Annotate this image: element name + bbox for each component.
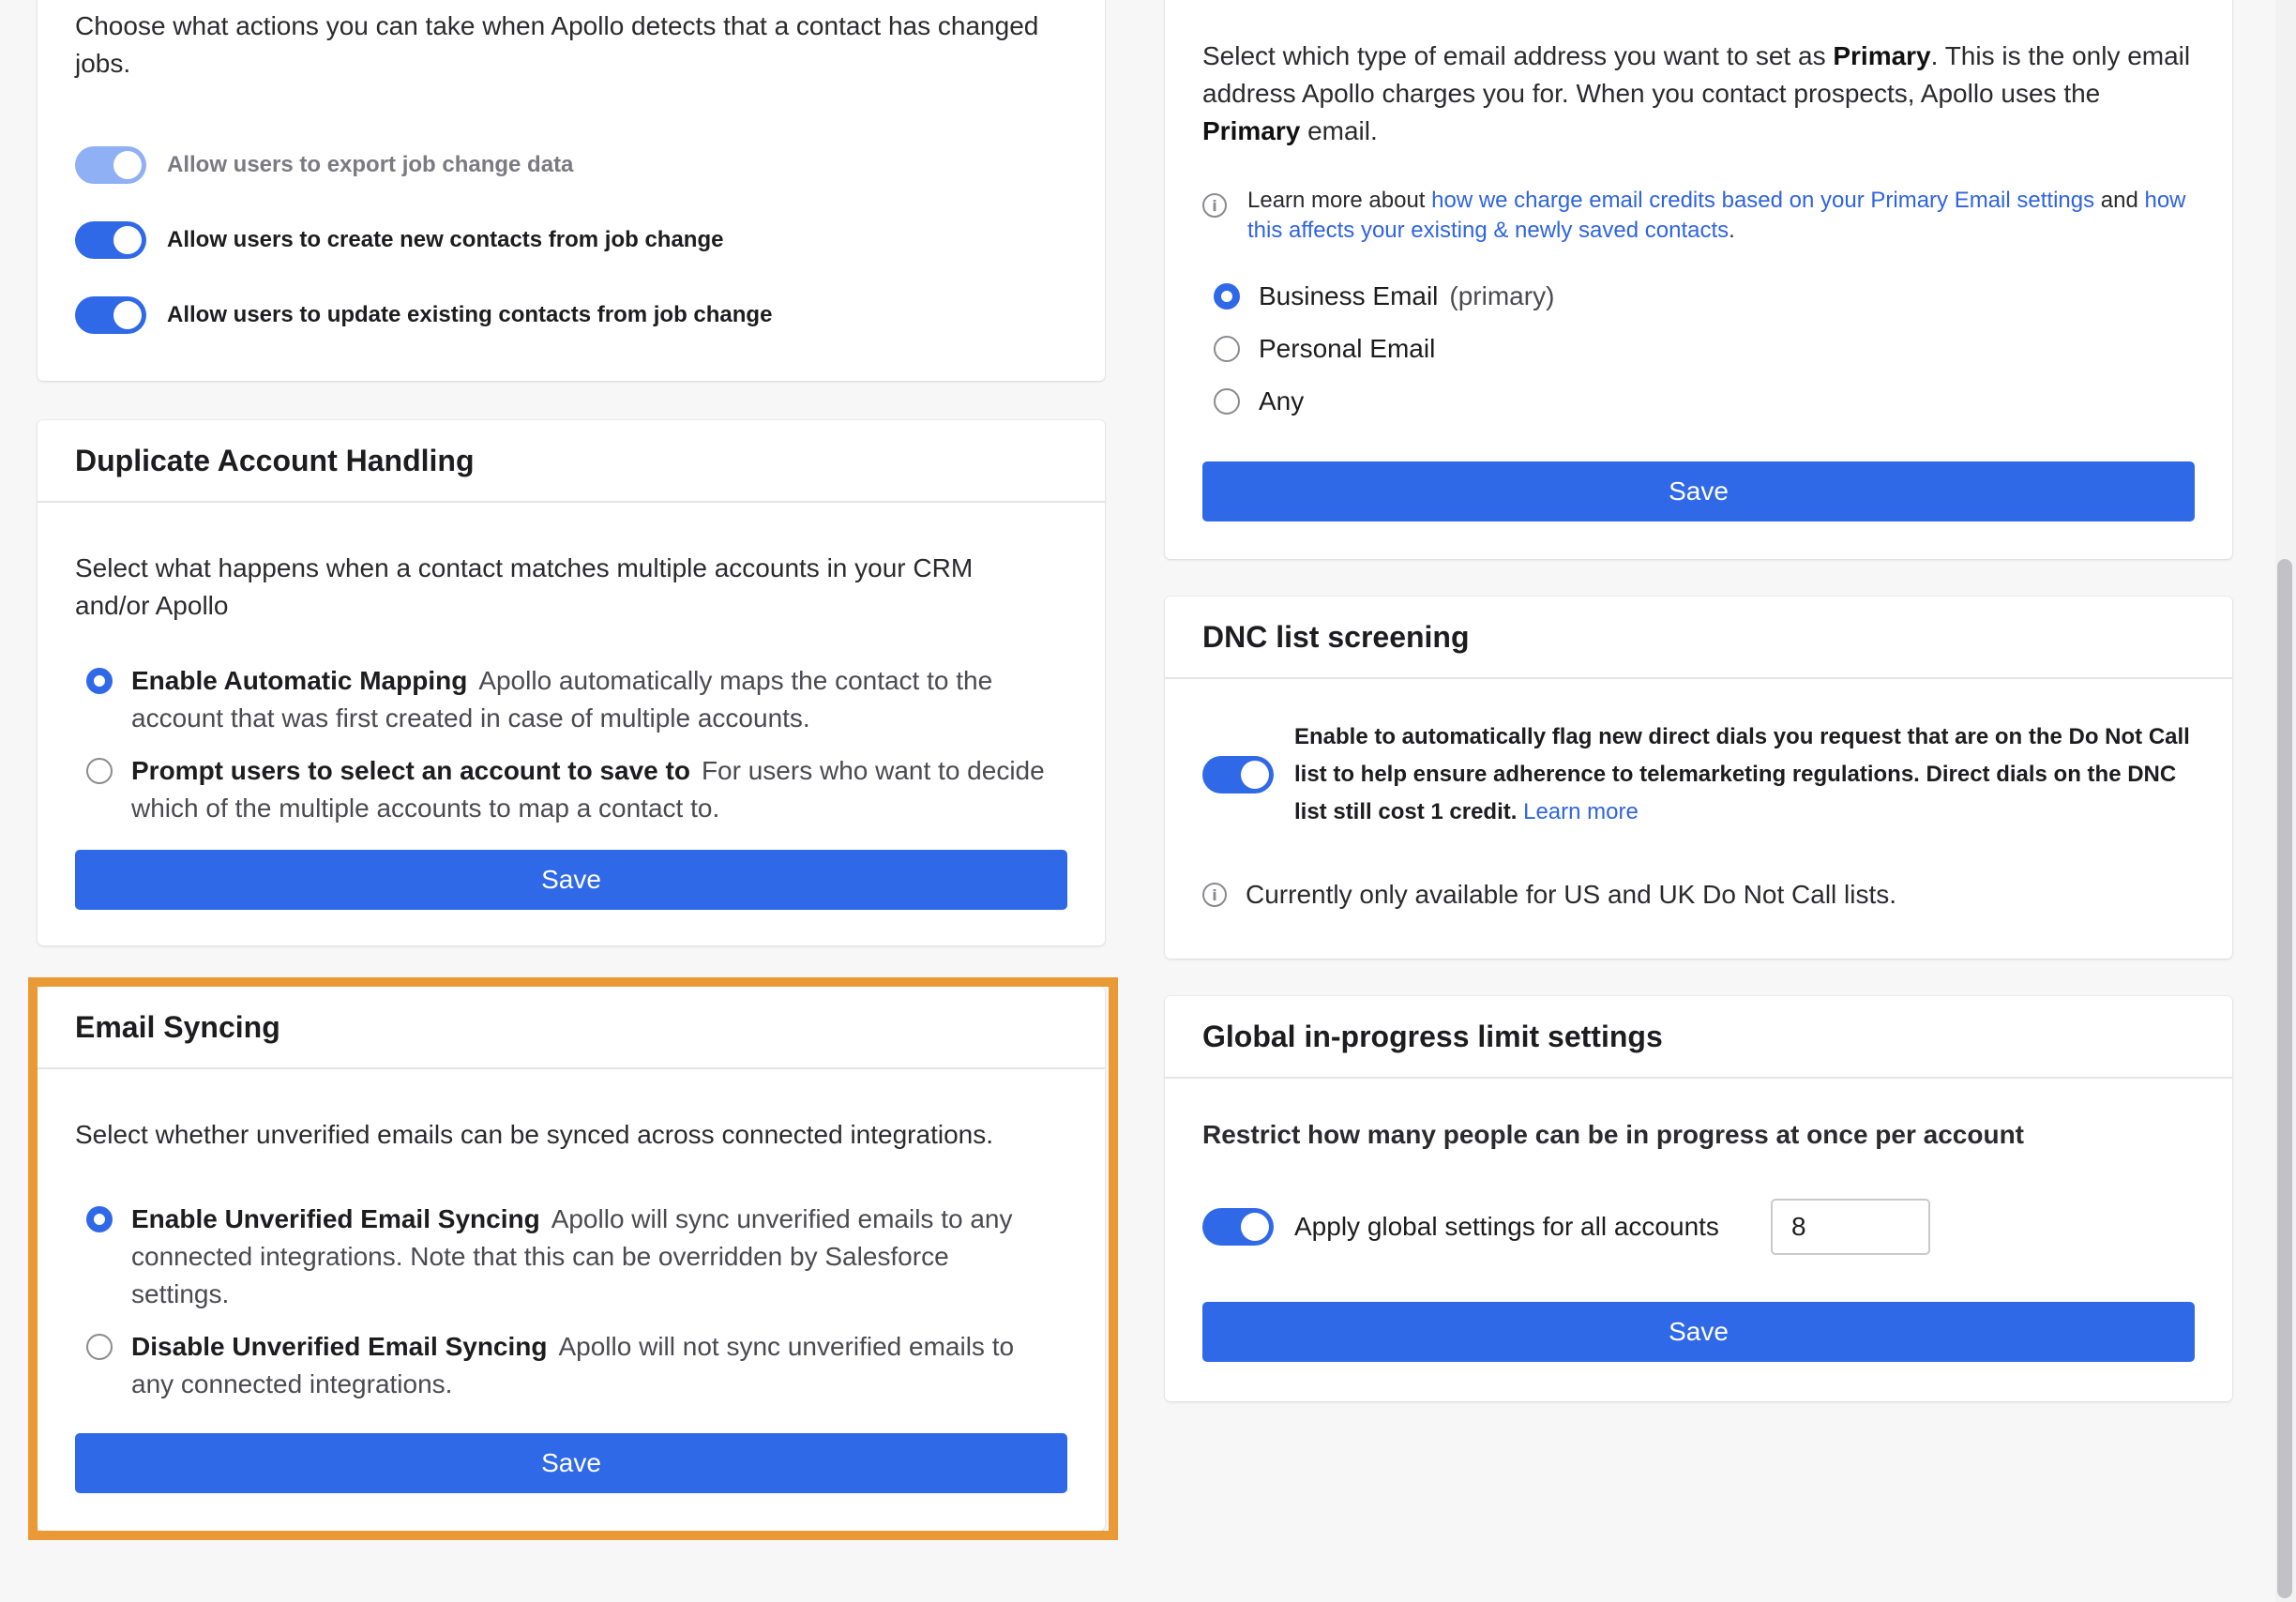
dnc-title: DNC list screening (1202, 619, 1470, 654)
primary-bold-1: Primary (1833, 41, 1931, 70)
prompt-users-label: Prompt users to select an account to sav… (131, 756, 690, 785)
email-syncing-save-button[interactable]: Save (75, 1433, 1067, 1493)
enable-unverified-label: Enable Unverified Email Syncing (131, 1204, 540, 1233)
create-contacts-label: Allow users to create new contacts from … (167, 227, 724, 252)
job-change-card: Choose what actions you can take when Ap… (38, 0, 1105, 381)
radio-personal-email[interactable]: Personal Email (1214, 330, 1446, 368)
global-limit-save-button[interactable]: Save (1202, 1302, 2195, 1362)
email-syncing-header: Email Syncing (38, 987, 1105, 1069)
global-limit-description: Restrict how many people can be in progr… (1202, 1120, 2024, 1149)
business-email-detail: (primary) (1449, 281, 1555, 310)
any-email-label: Any (1259, 386, 1305, 416)
primary-bold-2: Primary (1202, 116, 1301, 145)
update-contacts-toggle[interactable] (75, 296, 146, 334)
global-limit-card: Global in-progress limit settings Restri… (1165, 996, 2232, 1401)
global-settings-label: Apply global settings for all accounts (1294, 1212, 1719, 1241)
global-limit-header: Global in-progress limit settings (1165, 996, 2232, 1079)
toggle-row-update-contacts: Allow users to update existing contacts … (75, 296, 772, 334)
primary-email-save-button[interactable]: Save (1202, 461, 2195, 521)
global-settings-toggle[interactable] (1202, 1208, 1274, 1246)
duplicate-account-header: Duplicate Account Handling (38, 420, 1105, 503)
email-syncing-card: Email Syncing Select whether unverified … (38, 987, 1105, 1531)
email-syncing-description: Select whether unverified emails can be … (75, 1120, 993, 1149)
automatic-mapping-label: Enable Automatic Mapping (131, 666, 468, 695)
primary-email-card: Select which type of email address you w… (1165, 0, 2232, 559)
radio-disable-unverified-dot[interactable] (86, 1334, 113, 1360)
radio-prompt-users[interactable]: Prompt users to select an account to sav… (86, 752, 1052, 827)
dnc-card: DNC list screening Enable to automatical… (1165, 597, 2232, 959)
dnc-toggle-text: Enable to automatically flag new direct … (1294, 724, 2190, 824)
duplicate-account-card: Duplicate Account Handling Select what h… (38, 420, 1105, 945)
export-job-change-label: Allow users to export job change data (167, 152, 574, 177)
toggle-row-export-job-change: Allow users to export job change data (75, 146, 573, 184)
disable-unverified-label: Disable Unverified Email Syncing (131, 1332, 548, 1361)
global-limit-input[interactable] (1771, 1199, 1930, 1255)
update-contacts-label: Allow users to update existing contacts … (167, 302, 773, 327)
info-icon: i (1202, 193, 1227, 218)
radio-business-email-dot[interactable] (1214, 283, 1240, 310)
radio-any-email[interactable]: Any (1214, 383, 1315, 420)
email-credits-link[interactable]: how we charge email credits based on you… (1431, 188, 2094, 213)
scrollbar-thumb[interactable] (2277, 559, 2292, 1598)
duplicate-account-description: Select what happens when a contact match… (75, 553, 974, 620)
toggle-row-create-contacts: Allow users to create new contacts from … (75, 221, 723, 259)
global-limit-title: Global in-progress limit settings (1202, 1019, 1663, 1053)
settings-page: Choose what actions you can take when Ap… (0, 0, 2296, 1602)
job-change-description: Choose what actions you can take when Ap… (75, 11, 1039, 78)
personal-email-label: Personal Email (1259, 334, 1436, 363)
radio-automatic-mapping-dot[interactable] (86, 668, 113, 694)
info-icon: i (1202, 883, 1227, 907)
radio-any-email-dot[interactable] (1214, 388, 1240, 415)
radio-prompt-users-dot[interactable] (86, 758, 113, 784)
dnc-note-row: i Currently only available for US and UK… (1202, 880, 1896, 910)
dnc-toggle-row: Enable to automatically flag new direct … (1202, 718, 2197, 831)
radio-personal-email-dot[interactable] (1214, 336, 1240, 362)
radio-business-email[interactable]: Business Email (primary) (1214, 278, 1554, 315)
business-email-label: Business Email (1259, 281, 1439, 310)
duplicate-account-save-button[interactable]: Save (75, 850, 1067, 910)
radio-enable-unverified-syncing[interactable]: Enable Unverified Email Syncing Apollo wi… (86, 1201, 1052, 1313)
primary-email-info: i Learn more about how we charge email c… (1202, 186, 2197, 246)
primary-email-description: Select which type of email address you w… (1202, 41, 2191, 145)
dnc-note: Currently only available for US and UK D… (1246, 880, 1897, 909)
duplicate-account-title: Duplicate Account Handling (75, 443, 475, 477)
create-contacts-toggle[interactable] (75, 221, 146, 259)
dnc-header: DNC list screening (1165, 597, 2232, 679)
dnc-learn-more-link[interactable]: Learn more (1523, 799, 1639, 824)
radio-disable-unverified-syncing[interactable]: Disable Unverified Email Syncing Apollo w… (86, 1328, 1052, 1403)
radio-automatic-mapping[interactable]: Enable Automatic Mapping Apollo automatic… (86, 662, 1052, 737)
radio-enable-unverified-dot[interactable] (86, 1206, 113, 1232)
dnc-toggle[interactable] (1202, 756, 1274, 793)
email-syncing-title: Email Syncing (75, 1009, 280, 1044)
global-limit-toggle-row: Apply global settings for all accounts (1202, 1208, 1719, 1246)
export-job-change-toggle[interactable] (75, 146, 146, 184)
